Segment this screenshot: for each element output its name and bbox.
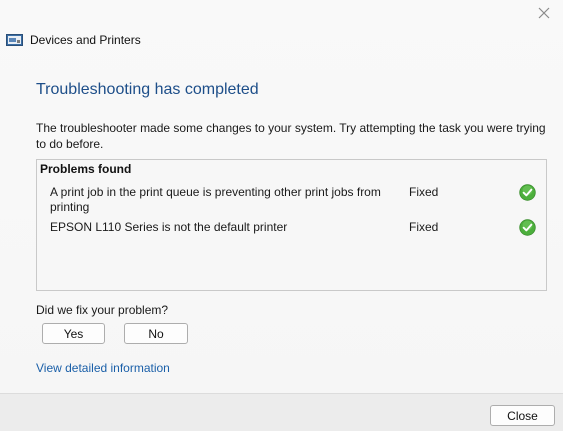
check-circle-icon: [519, 184, 536, 201]
close-button[interactable]: Close: [490, 405, 555, 426]
footer-bar: Close: [0, 393, 563, 431]
no-button[interactable]: No: [124, 323, 188, 344]
problems-found-panel: Problems found A print job in the print …: [36, 159, 547, 291]
close-icon[interactable]: [533, 3, 555, 23]
problem-description: EPSON L110 Series is not the default pri…: [50, 220, 288, 234]
problems-header: Problems found: [40, 162, 132, 176]
window-title: Devices and Printers: [30, 33, 141, 47]
troubleshooter-window: Devices and Printers Troubleshooting has…: [0, 0, 563, 431]
title-bar: Devices and Printers: [6, 33, 141, 47]
problem-description: A print job in the print queue is preven…: [50, 185, 381, 214]
yes-button[interactable]: Yes: [42, 323, 105, 344]
devices-printers-icon: [6, 33, 23, 47]
check-circle-icon: [519, 219, 536, 236]
view-detailed-information-link[interactable]: View detailed information: [36, 361, 170, 375]
result-description: The troubleshooter made some changes to …: [36, 121, 546, 151]
feedback-question: Did we fix your problem?: [36, 303, 169, 317]
problem-status: Fixed: [409, 185, 439, 199]
page-title: Troubleshooting has completed: [36, 81, 259, 98]
problem-status: Fixed: [409, 220, 439, 234]
